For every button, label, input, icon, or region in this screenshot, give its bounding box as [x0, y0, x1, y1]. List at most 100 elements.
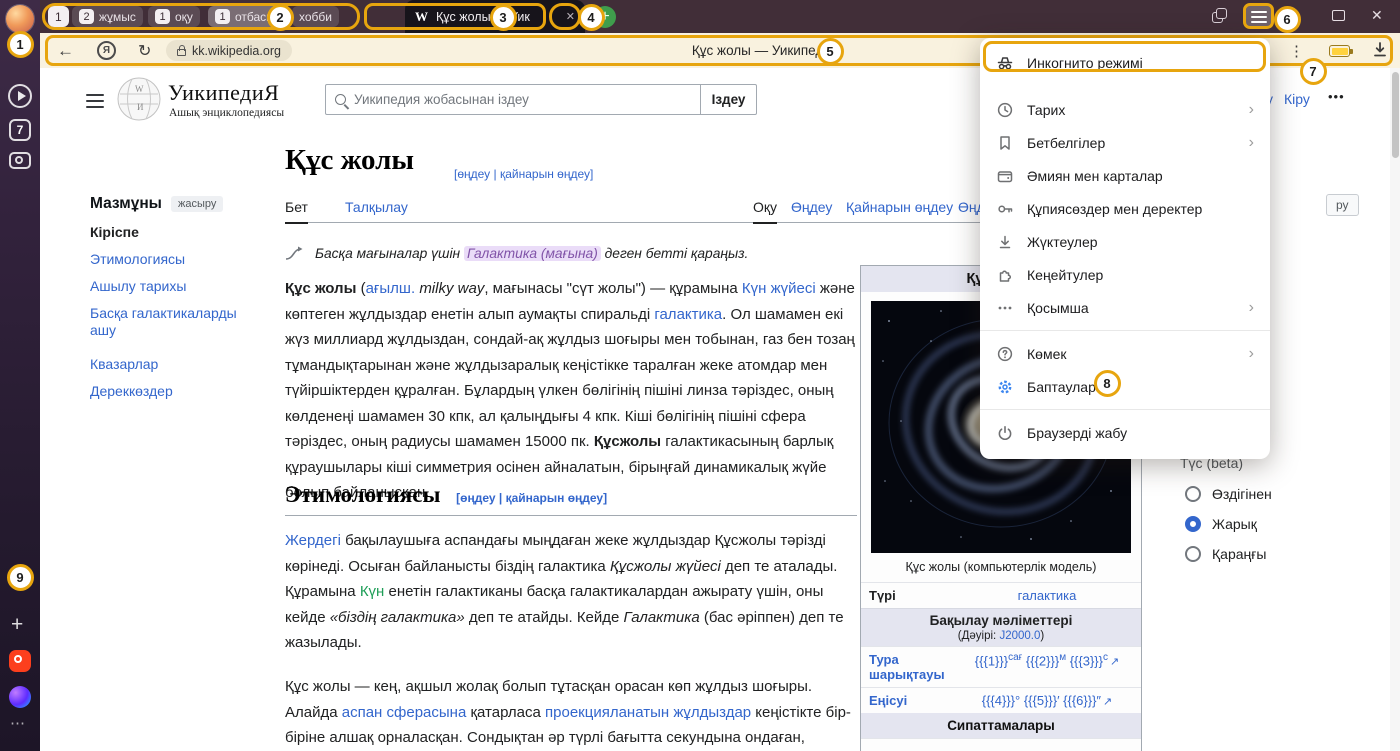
menu-item-incognito[interactable]: Инкогнито режимі [980, 46, 1270, 79]
menu-item-wallet[interactable]: Әмиян мен карталар [980, 159, 1270, 192]
menu-item-passwords[interactable]: Құпиясөздер мен деректер [980, 192, 1270, 225]
inline-link[interactable]: {{{3}}} [1066, 653, 1103, 668]
tab-group-label: жұмыс [99, 10, 136, 24]
toc-item-discovery[interactable]: Ашылу тарихы [90, 278, 258, 295]
radio-light[interactable] [1185, 516, 1201, 532]
downloads-icon[interactable] [1372, 41, 1388, 63]
reload-button[interactable]: ↻ [138, 33, 151, 68]
tab-edit[interactable]: Өңдеу [791, 199, 832, 222]
tab-group-1[interactable]: 1 [48, 6, 69, 27]
chevron-right-icon: › [1249, 345, 1254, 363]
side-panel-icon[interactable] [1212, 8, 1228, 24]
inline-link[interactable]: с [1103, 652, 1108, 663]
address-bar-more-icon[interactable]: ⋮ [1289, 33, 1304, 68]
inline-link[interactable]: {{{2}}} [1022, 653, 1059, 668]
toc-item-etymology[interactable]: Этимологиясы [90, 251, 258, 268]
sidebar-add-icon[interactable]: + [11, 614, 23, 635]
toc-item-sources[interactable]: Дереккөздер [90, 383, 258, 400]
tab-edit-source[interactable]: Қайнарын өңдеу [846, 199, 953, 222]
tab-group-family[interactable]: 1 отбасы [208, 6, 282, 27]
tab-close-icon[interactable]: ✕ [566, 10, 575, 23]
header-more-icon[interactable]: ••• [1328, 89, 1345, 104]
radio-light-label[interactable]: Жарық [1212, 516, 1257, 532]
menu-item-downloads[interactable]: Жүктеулер [980, 225, 1270, 258]
section-edit-links[interactable]: [өңдеу | қайнарын өңдеу] [456, 491, 607, 505]
tab-read[interactable]: Оқу [753, 199, 777, 224]
yandex-music-icon[interactable] [9, 650, 31, 672]
menu-item-help[interactable]: Көмек › [980, 337, 1270, 370]
sidebar-more-icon[interactable]: ⋯ [10, 714, 26, 732]
menu-item-settings[interactable]: Баптаулар [980, 370, 1270, 403]
infobox-value-link[interactable]: галактика [961, 588, 1133, 603]
profile-avatar[interactable] [6, 5, 34, 33]
menu-item-history[interactable]: Тарих › [980, 93, 1270, 126]
radio-auto[interactable] [1185, 486, 1201, 502]
screenshot-icon[interactable] [9, 152, 31, 169]
alice-icon[interactable] [9, 686, 31, 708]
wiki-menu-icon[interactable] [86, 94, 104, 108]
inline-link[interactable]: проекцияланатын жұлдыздар [545, 704, 751, 721]
toc-item-quasars[interactable]: Квазарлар [90, 356, 258, 373]
inline-link[interactable]: Галактика (мағына) [464, 246, 601, 261]
infobox-label-link[interactable]: Еңісуі [869, 693, 961, 708]
radio-dark[interactable] [1185, 546, 1201, 562]
menu-item-close-browser[interactable]: Браузерді жабу [980, 416, 1270, 449]
window-close-button[interactable]: ✕ [1371, 7, 1383, 24]
infobox-label-link[interactable]: Тура шарықтауы [869, 652, 961, 682]
article-title-edit-links[interactable]: [өңдеу | қайнарын өңдеу] [454, 167, 593, 181]
appearance-hide-button[interactable]: ру [1326, 194, 1359, 216]
tab-talk[interactable]: Талқылау [345, 199, 408, 222]
search-input[interactable] [354, 92, 691, 107]
tab-group-work[interactable]: 2 жұмыс [72, 6, 143, 27]
inline-link[interactable]: J2000.0 [999, 630, 1040, 642]
back-button[interactable]: ← [57, 33, 74, 68]
search-button[interactable]: Іздеу [700, 84, 757, 115]
menu-item-label: Инкогнито режимі [1027, 55, 1143, 71]
battery-saver-icon[interactable] [1329, 45, 1350, 57]
tab-group-count: 1 [155, 9, 170, 24]
tab-page[interactable]: Бет [285, 199, 308, 224]
tab-group-study[interactable]: 1 оқу [148, 6, 200, 27]
maximize-button[interactable] [1332, 10, 1345, 21]
inline-link[interactable]: ағылш. [366, 280, 416, 297]
section-heading-text: Этимологиясы [285, 482, 440, 507]
paragraph: Құс жолы — кең, ақшыл жолақ болып тұтасқ… [285, 674, 857, 751]
active-tab[interactable]: W Құс жолы — Уик ✕ [405, 0, 585, 33]
wiki-logo-title[interactable]: УикипедиЯ [168, 80, 279, 106]
menu-item-more[interactable]: Қосымша › [980, 291, 1270, 324]
url-field[interactable]: kk.wikipedia.org [166, 40, 292, 61]
download-icon [996, 233, 1014, 251]
inline-link[interactable]: аспан сферасына [342, 704, 467, 721]
wikipedia-globe-logo[interactable]: W И [116, 76, 162, 127]
toc-item-other-galaxies[interactable]: Басқа галактикаларды ашу [90, 305, 258, 339]
tab-counter-badge[interactable]: 7 [9, 119, 31, 141]
toc-item-intro[interactable]: Кіріспе [90, 224, 258, 241]
inline-link[interactable]: ↗ [1110, 656, 1119, 668]
radio-auto-label[interactable]: Өздігінен [1212, 486, 1272, 502]
yandex-logo-icon[interactable]: Я [97, 41, 116, 60]
power-icon [996, 424, 1014, 442]
infobox-epoch: (Дәуірі: J2000.0) [865, 630, 1137, 642]
inline-link[interactable]: сағ [1008, 652, 1022, 663]
inline-link[interactable]: Күн [360, 583, 385, 600]
inline-link[interactable]: галактика [654, 306, 722, 323]
inline-link[interactable]: ↗ [1103, 696, 1112, 708]
key-icon [996, 200, 1014, 218]
inline-link[interactable]: Күн жүйесі [742, 280, 816, 297]
login-link[interactable]: Кіру [1284, 91, 1310, 107]
help-icon [996, 345, 1014, 363]
inline-link[interactable]: {{{4}}}° {{{5}}}′ {{{6}}}″ [982, 693, 1101, 708]
new-tab-button[interactable]: + [594, 6, 616, 28]
inline-link[interactable]: {{{1}}} [975, 653, 1008, 668]
menu-item-bookmarks[interactable]: Бетбелгілер › [980, 126, 1270, 159]
radio-dark-label[interactable]: Қараңғы [1212, 546, 1266, 562]
inline-link[interactable]: Жердегі [285, 532, 341, 549]
tab-group-hobby[interactable]: хобби [292, 6, 339, 27]
play-icon[interactable] [8, 84, 32, 108]
toc-hide-button[interactable]: жасыру [171, 196, 223, 212]
browser-menu-button[interactable] [1246, 5, 1272, 28]
menu-item-label: Баптаулар [1027, 379, 1096, 395]
scrollbar-thumb[interactable] [1392, 72, 1399, 158]
wallet-icon [996, 167, 1014, 185]
menu-item-extensions[interactable]: Кеңейтулер [980, 258, 1270, 291]
